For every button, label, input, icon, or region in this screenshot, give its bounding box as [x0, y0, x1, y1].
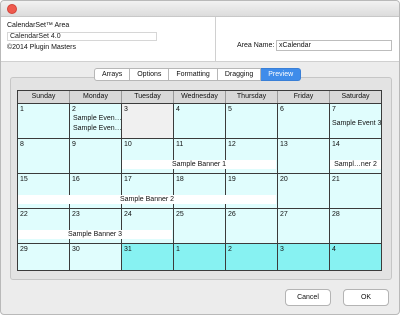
day-cell[interactable]: 4 — [174, 104, 225, 138]
area-name-label: Area Name: — [237, 42, 275, 49]
day-number: 21 — [332, 176, 340, 183]
day-number: 2 — [72, 106, 76, 113]
day-number: 25 — [176, 211, 184, 218]
day-number: 5 — [228, 106, 232, 113]
close-icon[interactable] — [7, 4, 17, 14]
day-number: 12 — [228, 141, 236, 148]
day-cell[interactable]: 3 — [122, 104, 173, 138]
day-cell[interactable]: 1 — [174, 244, 225, 270]
day-number: 2 — [228, 246, 232, 253]
calendar-banner[interactable]: Sample Banner 3 — [18, 230, 172, 239]
day-number: 13 — [280, 141, 288, 148]
day-number: 8 — [20, 141, 24, 148]
copyright-text: ©2014 Plugin Masters — [7, 44, 76, 51]
day-number: 3 — [124, 106, 128, 113]
day-cell[interactable]: 2 — [226, 244, 277, 270]
calendar-preview: Sunday Monday Tuesday Wednesday Thursday… — [17, 90, 382, 271]
day-number: 3 — [280, 246, 284, 253]
day-cell[interactable]: 29 — [18, 244, 69, 270]
calendar-event[interactable]: Sample Even… — [73, 125, 122, 133]
day-cell[interactable]: 7 Sample Event 3 — [330, 104, 381, 138]
day-cell[interactable]: 31 — [122, 244, 173, 270]
calendar-banner[interactable]: Sample Banner 2 — [18, 195, 276, 204]
day-number: 4 — [176, 106, 180, 113]
day-cell[interactable]: 30 — [70, 244, 121, 270]
day-number: 31 — [124, 246, 132, 253]
tab-formatting[interactable]: Formatting — [169, 68, 218, 81]
day-cell[interactable]: 9 — [70, 139, 121, 173]
title-bar — [1, 1, 399, 17]
tab-preview[interactable]: Preview — [261, 68, 302, 81]
day-number: 26 — [228, 211, 236, 218]
tab-dragging[interactable]: Dragging — [217, 68, 262, 81]
day-number: 23 — [72, 211, 80, 218]
calendar-area-dialog: CalendarSet™ Area CalendarSet 4.0 ©2014 … — [0, 0, 400, 315]
day-name-thursday: Thursday — [226, 91, 278, 103]
day-number: 17 — [124, 176, 132, 183]
day-cell[interactable]: 28 — [330, 209, 381, 243]
day-number: 28 — [332, 211, 340, 218]
tab-options[interactable]: Options — [130, 68, 170, 81]
calendar-event[interactable]: Sample Event 3 — [332, 120, 381, 128]
day-number: 27 — [280, 211, 288, 218]
day-number: 14 — [332, 141, 340, 148]
day-number: 15 — [20, 176, 28, 183]
area-title: CalendarSet™ Area — [7, 22, 70, 29]
day-cell[interactable]: 6 — [278, 104, 329, 138]
day-cell[interactable]: 20 — [278, 174, 329, 208]
day-number: 24 — [124, 211, 132, 218]
day-number: 11 — [176, 141, 184, 148]
day-cell[interactable]: 26 — [226, 209, 277, 243]
day-number: 1 — [20, 106, 24, 113]
day-number: 18 — [176, 176, 184, 183]
tab-bar: Arrays Options Formatting Dragging Previ… — [94, 68, 302, 81]
day-cell[interactable]: 2 Sample Even… Sample Even… — [70, 104, 122, 138]
day-number: 10 — [124, 141, 132, 148]
day-number: 16 — [72, 176, 80, 183]
day-number: 20 — [280, 176, 288, 183]
day-name-wednesday: Wednesday — [174, 91, 226, 103]
calendar-banner[interactable]: Sampl…ner 2 — [330, 160, 381, 169]
cancel-button[interactable]: Cancel — [285, 289, 331, 306]
day-number: 7 — [332, 106, 336, 113]
day-cell[interactable]: 13 — [278, 139, 329, 173]
tab-arrays[interactable]: Arrays — [94, 68, 131, 81]
day-number: 19 — [228, 176, 236, 183]
day-cell[interactable]: 25 — [174, 209, 225, 243]
ok-button[interactable]: OK — [343, 289, 389, 306]
day-number: 29 — [20, 246, 28, 253]
header-divider — [215, 17, 216, 62]
day-cell[interactable]: 5 — [226, 104, 277, 138]
day-cell[interactable]: 4 — [330, 244, 381, 270]
day-name-monday: Monday — [70, 91, 122, 103]
day-name-sunday: Sunday — [18, 91, 70, 103]
day-number: 22 — [20, 211, 28, 218]
day-cell[interactable]: 21 — [330, 174, 381, 208]
day-cell[interactable]: 1 — [18, 104, 69, 138]
calendar-banner[interactable]: Sample Banner 1 — [122, 160, 276, 169]
day-name-friday: Friday — [278, 91, 330, 103]
day-number: 9 — [72, 141, 76, 148]
day-number: 1 — [176, 246, 180, 253]
day-number: 4 — [332, 246, 336, 253]
day-cell[interactable]: 8 — [18, 139, 69, 173]
day-cell[interactable]: 3 — [278, 244, 329, 270]
product-info: CalendarSet™ Area CalendarSet 4.0 ©2014 … — [7, 20, 215, 58]
version-field: CalendarSet 4.0 — [7, 32, 157, 41]
day-number: 30 — [72, 246, 80, 253]
day-number: 6 — [280, 106, 284, 113]
area-name-input[interactable]: xCalendar — [276, 40, 392, 51]
day-cell[interactable]: 27 — [278, 209, 329, 243]
calendar-event[interactable]: Sample Even… — [73, 115, 122, 123]
day-name-saturday: Saturday — [330, 91, 381, 103]
day-name-tuesday: Tuesday — [122, 91, 174, 103]
day-header-row: Sunday Monday Tuesday Wednesday Thursday… — [18, 91, 381, 103]
